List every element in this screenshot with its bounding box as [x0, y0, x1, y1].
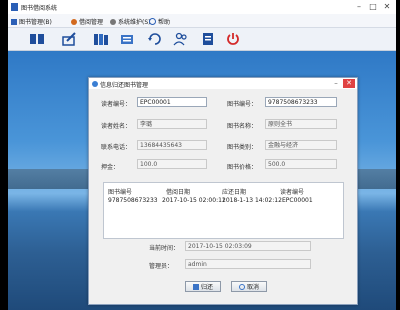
table-cell[interactable]: 2017-10-15 02:00:11 — [162, 197, 226, 204]
table-cell[interactable]: EPC00001 — [282, 197, 313, 204]
operator-label: 管理员： — [149, 263, 174, 270]
grid-icon[interactable] — [28, 31, 46, 47]
menu-borrow-manage[interactable]: 借阅管理 — [71, 17, 103, 26]
dialog-icon — [92, 81, 98, 87]
dialog-minimize-button[interactable]: – — [331, 79, 341, 88]
book-icon — [11, 18, 17, 25]
cancel-icon — [238, 283, 245, 290]
close-button[interactable]: ✕ — [382, 2, 392, 12]
menu-book-manage[interactable]: 图书管理(B) — [11, 17, 52, 26]
price-label: 图书价格： — [227, 164, 258, 171]
table-header: 图书编号 — [108, 189, 133, 196]
power-icon[interactable] — [224, 31, 242, 47]
dialog-title-bar: 信息归还图书管理 – ✕ — [89, 78, 357, 89]
current-time-field: 2017-10-15 02:03:09 — [185, 241, 311, 251]
document-icon[interactable] — [118, 31, 136, 47]
table-header: 读者编号 — [280, 189, 305, 196]
people-icon[interactable] — [172, 31, 190, 47]
refresh-icon[interactable] — [146, 31, 164, 47]
return-icon — [192, 283, 199, 290]
book-id-label: 图书编号： — [227, 101, 258, 108]
return-button[interactable]: 归还 — [185, 281, 221, 292]
help-icon — [149, 18, 156, 25]
phone-field: 13684435643 — [137, 140, 207, 150]
menu-system[interactable]: 系统维护(S) — [110, 17, 151, 26]
file-icon[interactable] — [199, 31, 217, 47]
category-label: 图书类别： — [227, 144, 258, 151]
table-header: 应还日期 — [222, 189, 247, 196]
deposit-field: 100.0 — [137, 159, 207, 169]
main-window: 图书借阅系统 – □ ✕ 图书管理(B) 借阅管理 系统维护(S) 帮助 信息归… — [8, 0, 396, 310]
reader-id-input[interactable]: EPC00001 — [137, 97, 207, 107]
reader-name-field: 李璐 — [137, 119, 207, 129]
book-id-input[interactable]: 9787508673233 — [265, 97, 337, 107]
current-time-label: 当前时间： — [149, 245, 180, 252]
dialog-close-button[interactable]: ✕ — [343, 79, 355, 88]
window-title: 图书借阅系统 — [21, 5, 58, 12]
gear-icon — [110, 18, 116, 25]
reader-id-label: 读者编号： — [101, 101, 132, 108]
book-name-label: 图书名称： — [227, 123, 258, 130]
books-icon[interactable] — [92, 31, 110, 47]
deposit-label: 押金： — [101, 164, 120, 171]
dialog-title: 信息归还图书管理 — [100, 82, 149, 89]
toolbar — [8, 28, 396, 51]
return-book-dialog: 信息归还图书管理 – ✕ 读者编号： EPC00001 图书编号： 978750… — [88, 77, 358, 305]
reader-name-label: 读者姓名： — [101, 123, 132, 130]
table-cell[interactable]: 9787508673233 — [108, 197, 158, 204]
borrow-record-table: 图书编号 借阅日期 应还日期 读者编号 9787508673233 2017-1… — [103, 182, 344, 239]
maximize-button[interactable]: □ — [368, 2, 378, 12]
app-icon — [11, 3, 18, 11]
book-name-field: 原则全书 — [265, 119, 337, 129]
price-field: 500.0 — [265, 159, 337, 169]
table-cell[interactable]: 2018-1-13 14:02:12 — [222, 197, 282, 204]
category-field: 金融与经济 — [265, 140, 337, 150]
phone-label: 联系电话： — [101, 144, 132, 151]
title-bar: 图书借阅系统 – □ ✕ — [8, 0, 396, 14]
minimize-button[interactable]: – — [354, 2, 364, 12]
operator-field: admin — [185, 259, 311, 269]
menu-help[interactable]: 帮助 — [149, 17, 170, 26]
menu-bar: 图书管理(B) 借阅管理 系统维护(S) 帮助 — [8, 14, 396, 28]
cancel-button[interactable]: 取消 — [231, 281, 267, 292]
user-icon — [71, 18, 77, 25]
edit-icon[interactable] — [60, 31, 78, 47]
table-header: 借阅日期 — [166, 189, 191, 196]
